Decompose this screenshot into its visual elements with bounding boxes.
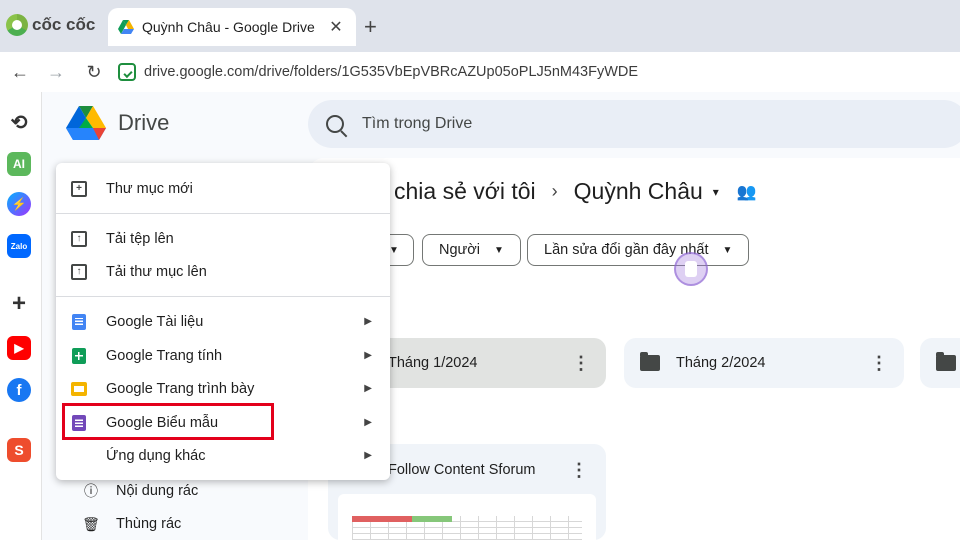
google-sheets-icon	[70, 347, 88, 365]
folder-name: Tháng 1/2024	[388, 355, 478, 371]
shared-folder-icon	[936, 352, 956, 371]
forward-arrow-icon[interactable]: →	[44, 60, 68, 84]
menu-item-label: Tải thư mục lên	[106, 263, 207, 280]
menu-item-new-folder[interactable]: + Thư mục mới	[56, 172, 390, 205]
reload-icon[interactable]: ↻	[82, 60, 106, 84]
menu-item-upload-file[interactable]: ↑ Tải tệp lên	[56, 222, 390, 255]
facebook-icon[interactable]: f	[7, 378, 31, 402]
nav-item-trash[interactable]: 🗑 Thùng rác	[82, 515, 181, 533]
file-title: Follow Content Sforum	[388, 462, 536, 478]
address-bar[interactable]: drive.google.com/drive/folders/1G535VbEp…	[118, 56, 960, 88]
pointer-cursor-indicator	[674, 252, 708, 286]
upload-folder-icon: ↑	[70, 263, 88, 281]
shared-folder-icon	[640, 352, 660, 371]
submenu-arrow-icon: ▶	[364, 316, 372, 327]
spam-icon: ⓘ	[84, 483, 98, 499]
submenu-arrow-icon: ▶	[364, 383, 372, 394]
spreadsheet-header-preview	[412, 516, 452, 522]
new-tab-button[interactable]: +	[364, 14, 377, 40]
browser-brand-name: cốc cốc	[32, 15, 96, 34]
breadcrumb-current-folder[interactable]: Quỳnh Châu	[574, 178, 703, 205]
submenu-arrow-icon: ▶	[364, 417, 372, 428]
shared-people-icon[interactable]: 👥	[737, 182, 757, 202]
breadcrumb-separator: ›	[551, 181, 558, 201]
messenger-icon[interactable]: ⚡	[7, 192, 31, 216]
filter-chip-modified[interactable]: Lần sửa đổi gần đây nhất ▼	[527, 234, 750, 266]
drive-product-name: Drive	[118, 110, 170, 135]
tab-title: Quỳnh Châu - Google Drive	[142, 19, 315, 35]
menu-item-label: Tải tệp lên	[106, 230, 174, 247]
folder-dropdown-caret-icon[interactable]: ▾	[713, 185, 719, 199]
filter-chip-label: Người	[439, 242, 480, 258]
filter-chip-people[interactable]: Người ▼	[422, 234, 521, 266]
more-vert-icon[interactable]: ⋮	[572, 353, 590, 374]
chevron-down-icon: ▼	[389, 244, 399, 256]
browser-brand[interactable]: cốc cốc	[6, 14, 95, 36]
folder-card[interactable]: Tháng 2/2024 ⋮	[624, 338, 904, 388]
file-thumbnail	[338, 494, 596, 540]
search-icon[interactable]	[326, 115, 344, 133]
close-tab-icon[interactable]: ✕	[326, 17, 346, 37]
nav-item-spam[interactable]: ⓘ Nội dung rác	[82, 482, 198, 500]
browser-side-panel: ⟲ AI ⚡ Zalo + ▶ f S	[0, 92, 42, 540]
menu-item-label: Google Trang tính	[106, 347, 223, 364]
submenu-arrow-icon: ▶	[364, 350, 372, 361]
youtube-icon[interactable]: ▶	[7, 336, 31, 360]
trash-icon: 🗑	[82, 515, 100, 532]
zalo-label: Zalo	[10, 241, 28, 251]
shopee-icon[interactable]: S	[7, 438, 31, 462]
menu-item-upload-folder[interactable]: ↑ Tải thư mục lên	[56, 255, 390, 288]
chevron-down-icon: ▼	[722, 244, 733, 256]
google-docs-icon	[70, 313, 88, 331]
url-text: drive.google.com/drive/folders/1G535VbEp…	[144, 64, 639, 80]
drive-logo[interactable]: Drive	[66, 106, 169, 140]
shopee-label: S	[14, 442, 24, 458]
menu-divider	[56, 296, 390, 297]
google-drive-favicon-icon	[118, 20, 134, 34]
google-slides-icon	[70, 380, 88, 398]
back-arrow-icon[interactable]: ←	[8, 60, 32, 84]
menu-item-label: Google Tài liệu	[106, 313, 204, 330]
drive-main-content: chia sẻ với tôi › Quỳnh Châu ▾ 👥 ▼ Người…	[308, 158, 960, 540]
menu-item-label: Ứng dụng khác	[106, 447, 206, 464]
more-vert-icon[interactable]: ⋮	[870, 353, 888, 374]
menu-item-label: Thư mục mới	[106, 180, 193, 197]
highlight-box	[62, 403, 274, 440]
menu-item-google-slides[interactable]: Google Trang trình bày ▶	[56, 372, 390, 405]
add-panel-icon[interactable]: +	[7, 290, 31, 317]
nav-item-label: Nội dung rác	[116, 483, 199, 499]
cursor-hand-icon	[685, 261, 697, 277]
chevron-down-icon: ▼	[493, 244, 504, 256]
drive-search-box[interactable]: Tìm trong Drive	[308, 100, 960, 148]
zalo-icon[interactable]: Zalo	[7, 234, 31, 258]
submenu-arrow-icon: ▶	[364, 450, 372, 461]
nav-item-label: Thùng rác	[116, 516, 182, 532]
history-icon[interactable]: ⟲	[7, 110, 31, 134]
ai-assistant-icon[interactable]: AI	[7, 152, 31, 176]
menu-item-google-docs[interactable]: Google Tài liệu ▶	[56, 305, 390, 338]
menu-divider	[56, 213, 390, 214]
browser-tab-active[interactable]: Quỳnh Châu - Google Drive ✕	[108, 8, 356, 46]
menu-item-label: Google Trang trình bày	[106, 380, 255, 397]
folder-card-partial[interactable]	[920, 338, 960, 388]
ai-label: AI	[13, 157, 25, 171]
menu-item-more-apps[interactable]: Ứng dụng khác ▶	[56, 439, 390, 472]
search-placeholder: Tìm trong Drive	[362, 115, 473, 132]
more-vert-icon[interactable]: ⋮	[570, 460, 588, 481]
browser-tabstrip: cốc cốc Quỳnh Châu - Google Drive ✕ +	[0, 0, 960, 52]
folder-name: Tháng 2/2024	[676, 355, 766, 371]
new-folder-icon: +	[70, 180, 88, 198]
upload-file-icon: ↑	[70, 230, 88, 248]
google-drive-logo-icon	[66, 106, 106, 140]
coccoc-logo-icon	[6, 14, 28, 36]
menu-item-google-sheets[interactable]: Google Trang tính ▶	[56, 339, 390, 372]
spreadsheet-header-preview	[352, 516, 412, 522]
secure-check-icon[interactable]	[118, 63, 136, 81]
browser-toolbar: ← → ↻ drive.google.com/drive/folders/1G5…	[0, 52, 960, 92]
